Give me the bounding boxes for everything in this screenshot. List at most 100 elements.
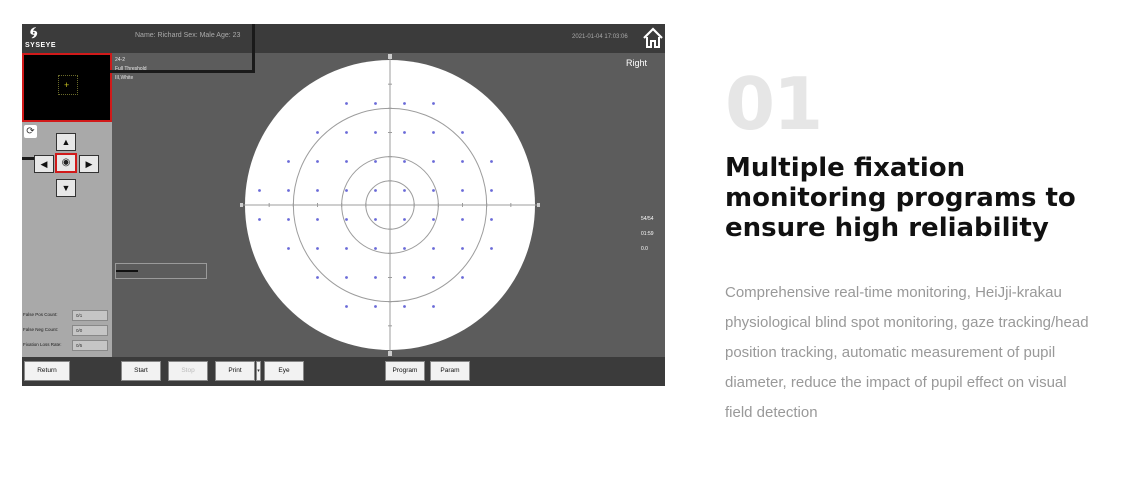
eye-icon: ◉ xyxy=(61,157,71,168)
arrow-right-icon: ▶ xyxy=(85,159,93,169)
chart-point xyxy=(461,131,464,134)
chart-point xyxy=(403,102,406,105)
chart-axis-end xyxy=(240,203,243,207)
chart-point xyxy=(490,247,493,250)
chart-axis-end xyxy=(388,351,392,356)
stat-false-pos: False Pos Count: 0/1 xyxy=(22,310,110,322)
stat-label: False Pos Count: xyxy=(23,312,58,317)
param-button[interactable]: Param xyxy=(430,361,470,381)
chart-point xyxy=(374,131,377,134)
stop-button[interactable]: Stop xyxy=(168,361,208,381)
chart-point xyxy=(345,160,348,163)
chart-point xyxy=(403,247,406,250)
chart-point xyxy=(345,247,348,250)
chart-point xyxy=(403,189,406,192)
chart-axis-end xyxy=(388,54,392,59)
page: 🌀︎ SYSEYE Name: Richard Sex: Male Age: 2… xyxy=(0,0,1144,484)
chart-point xyxy=(403,160,406,163)
arrow-left-icon: ◀ xyxy=(40,159,48,169)
refresh-icon[interactable]: ⟳ xyxy=(24,125,37,138)
camera-preview: + xyxy=(22,53,112,122)
stat-label: Fixation Loss Rate: xyxy=(23,342,62,347)
elapsed-time: 01:59 xyxy=(641,231,654,237)
chart-point xyxy=(461,160,464,163)
program-button[interactable]: Program xyxy=(385,361,425,381)
bottom-toolbar: Return Start Stop Print ▾ Eye Program Pa… xyxy=(22,357,665,386)
top-bar: 🌀︎ SYSEYE Name: Richard Sex: Male Age: 2… xyxy=(22,24,665,53)
chart-point xyxy=(490,160,493,163)
progress-bar xyxy=(115,263,207,279)
chart-point xyxy=(403,218,406,221)
arrow-down-button[interactable]: ▼ xyxy=(56,179,76,197)
print-button[interactable]: Print xyxy=(215,361,255,381)
chart-point xyxy=(316,189,319,192)
chart-point xyxy=(287,160,290,163)
callout-line xyxy=(110,70,255,73)
datetime: 2021-01-04 17:03:06 xyxy=(572,34,628,40)
chart-point xyxy=(258,218,261,221)
chart-point xyxy=(374,305,377,308)
fixation-target-icon: + xyxy=(64,80,70,90)
stat-value: 0/1 xyxy=(72,310,108,321)
chart-point xyxy=(345,189,348,192)
home-icon[interactable] xyxy=(642,27,664,49)
chart-point xyxy=(461,189,464,192)
eye-button[interactable]: ◉ xyxy=(55,153,77,173)
chart-point xyxy=(432,102,435,105)
perimetry-chart xyxy=(240,54,540,356)
chart-point xyxy=(258,189,261,192)
section-description: Comprehensive real-time monitoring, HeiJ… xyxy=(725,284,1089,421)
arrow-down-icon: ▼ xyxy=(61,183,71,193)
arrow-up-icon: ▲ xyxy=(61,137,71,147)
chart-point xyxy=(432,218,435,221)
chart-point xyxy=(345,276,348,279)
section-number: 01 xyxy=(725,62,823,146)
stat-fixation-loss: Fixation Loss Rate: 0/5 xyxy=(22,340,110,352)
print-dropdown-icon[interactable]: ▾ xyxy=(256,361,261,381)
chart-point xyxy=(374,247,377,250)
chart-point xyxy=(374,276,377,279)
chart-point xyxy=(461,247,464,250)
logo-mark-icon: 🌀︎ xyxy=(30,25,38,42)
chart-point xyxy=(345,218,348,221)
chart-point xyxy=(316,218,319,221)
chart-point xyxy=(316,160,319,163)
chart-point xyxy=(374,160,377,163)
chart-point xyxy=(432,160,435,163)
chart-point xyxy=(432,276,435,279)
arrow-up-button[interactable]: ▲ xyxy=(56,133,76,151)
chart-point xyxy=(461,276,464,279)
score-value: 0.0 xyxy=(641,246,648,252)
points-count: 54/54 xyxy=(641,216,654,222)
chart-point xyxy=(316,276,319,279)
chart-point xyxy=(287,247,290,250)
start-button[interactable]: Start xyxy=(121,361,161,381)
callout-line xyxy=(22,157,34,160)
callout-line xyxy=(252,24,255,73)
chart-point xyxy=(287,189,290,192)
patient-info: Name: Richard Sex: Male Age: 23 xyxy=(135,32,241,39)
chart-point xyxy=(374,102,377,105)
progress-fill xyxy=(116,270,138,272)
chart-point xyxy=(345,131,348,134)
section-title: Multiple fixation monitoring programs to… xyxy=(725,153,1076,243)
stat-false-neg: False Neg Count: 0/0 xyxy=(22,325,110,337)
chart-point xyxy=(316,247,319,250)
chart-point xyxy=(432,247,435,250)
test-counts: 54/54 01:59 0.0 xyxy=(641,212,654,257)
arrow-right-button[interactable]: ▶ xyxy=(79,155,99,173)
chart-axis-end xyxy=(537,203,540,207)
test-stimulus: III,White xyxy=(115,75,134,81)
arrow-left-button[interactable]: ◀ xyxy=(34,155,54,173)
stat-value: 0/5 xyxy=(72,340,108,351)
chart-point xyxy=(461,218,464,221)
eye-select-button[interactable]: Eye xyxy=(264,361,304,381)
chart-point xyxy=(432,189,435,192)
chart-point xyxy=(374,218,377,221)
stat-value: 0/0 xyxy=(72,325,108,336)
return-button[interactable]: Return xyxy=(24,361,70,381)
test-pattern: 24-2 xyxy=(115,57,126,63)
chart-point xyxy=(403,276,406,279)
chart-point xyxy=(316,131,319,134)
chart-point xyxy=(490,218,493,221)
